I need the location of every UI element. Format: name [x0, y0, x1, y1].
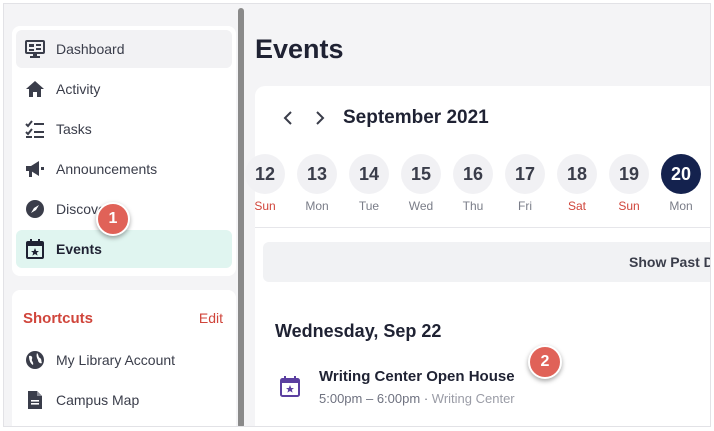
shortcut-my-library-account[interactable]: My Library Account	[16, 342, 232, 378]
date-heading: Wednesday, Sep 22	[275, 321, 442, 341]
sidebar-item-label: Activity	[56, 81, 101, 97]
day-number: 12	[245, 154, 285, 194]
next-month-button[interactable]	[311, 108, 329, 128]
nav-menu: Dashboard Activity Tasks Announcements D…	[12, 26, 236, 276]
prev-month-button[interactable]	[279, 108, 297, 128]
sidebar-item-label: Announcements	[56, 161, 158, 177]
main-content: Events September 2021 12 Sun 13 Mon 14 T…	[244, 4, 711, 426]
day-picker-item[interactable]: 13 Mon	[296, 154, 338, 216]
day-of-week: Tue	[358, 199, 380, 213]
day-of-week: Sun	[254, 199, 276, 213]
day-number: 15	[401, 154, 441, 194]
day-number: 18	[557, 154, 597, 194]
chevron-right-icon	[316, 111, 325, 125]
calendar-star-icon	[280, 375, 300, 402]
events-calendar: September 2021 12 Sun 13 Mon 14 Tue 15 W…	[245, 86, 711, 426]
day-number: 20	[661, 154, 701, 194]
day-of-week: Fri	[518, 199, 532, 213]
day-picker-item[interactable]: 15 Wed	[400, 154, 442, 216]
show-past-label: Show Past D	[629, 254, 711, 270]
sidebar-item-label: Dashboard	[56, 41, 125, 57]
sidebar-item-announcements[interactable]: Announcements	[16, 150, 232, 188]
month-title: September 2021	[343, 107, 489, 128]
day-picker-item[interactable]: 18 Sat	[556, 154, 598, 216]
event-separator: ·	[423, 391, 429, 406]
day-picker-item[interactable]: 12 Sun	[244, 154, 286, 216]
shortcut-label: Campus Map	[56, 392, 140, 408]
sidebar-item-label: Events	[56, 241, 102, 257]
sidebar-item-label: Tasks	[56, 121, 92, 137]
shortcuts-edit-link[interactable]: Edit	[199, 310, 223, 326]
day-picker-item[interactable]: 19 Sun	[608, 154, 650, 216]
document-icon	[24, 389, 46, 411]
annotation-badge-2: 2	[528, 345, 562, 379]
day-of-week: Sun	[618, 199, 640, 213]
megaphone-icon	[24, 158, 46, 180]
sidebar-item-tasks[interactable]: Tasks	[16, 110, 232, 148]
globe-icon	[24, 349, 46, 371]
calendar-star-icon	[24, 238, 46, 260]
day-picker-item-selected[interactable]: 20 Mon	[660, 154, 702, 216]
page-title: Events	[255, 34, 344, 64]
day-number: 16	[453, 154, 493, 194]
day-picker-item[interactable]: 14 Tue	[348, 154, 390, 216]
chevron-left-icon	[283, 111, 292, 125]
event-time: 5:00pm – 6:00pm	[319, 391, 421, 406]
event-location: Writing Center	[431, 391, 515, 406]
compass-icon	[24, 198, 46, 220]
divider	[255, 227, 710, 228]
shortcut-campus-map[interactable]: Campus Map	[16, 382, 232, 418]
day-of-week: Wed	[408, 199, 434, 213]
show-past-events-button[interactable]: Show Past D	[263, 242, 711, 282]
dashboard-icon	[24, 38, 46, 60]
day-of-week: Sat	[567, 199, 586, 213]
sidebar-item-dashboard[interactable]: Dashboard	[16, 30, 232, 68]
tasks-icon	[24, 118, 46, 140]
shortcut-label: My Library Account	[56, 352, 176, 368]
event-meta: 5:00pm – 6:00pm · Writing Center	[319, 391, 515, 406]
shortcuts-title: Shortcuts	[23, 310, 94, 327]
event-item[interactable]: Writing Center Open House 5:00pm – 6:00p…	[275, 366, 695, 412]
day-picker-item[interactable]: 16 Thu	[452, 154, 494, 216]
shortcuts-panel: Shortcuts Edit My Library Account Campus…	[12, 290, 236, 426]
day-number: 19	[609, 154, 649, 194]
day-picker-item[interactable]: 17 Fri	[504, 154, 546, 216]
sidebar-item-activity[interactable]: Activity	[16, 70, 232, 108]
day-of-week: Mon	[669, 199, 693, 213]
day-of-week: Thu	[462, 199, 484, 213]
day-number: 17	[505, 154, 545, 194]
event-title: Writing Center Open House	[319, 368, 515, 385]
sidebar-item-events[interactable]: Events	[16, 230, 232, 268]
home-icon	[24, 78, 46, 100]
day-number: 14	[349, 154, 389, 194]
annotation-badge-1: 1	[96, 202, 130, 236]
day-of-week: Mon	[305, 199, 329, 213]
day-number: 13	[297, 154, 337, 194]
